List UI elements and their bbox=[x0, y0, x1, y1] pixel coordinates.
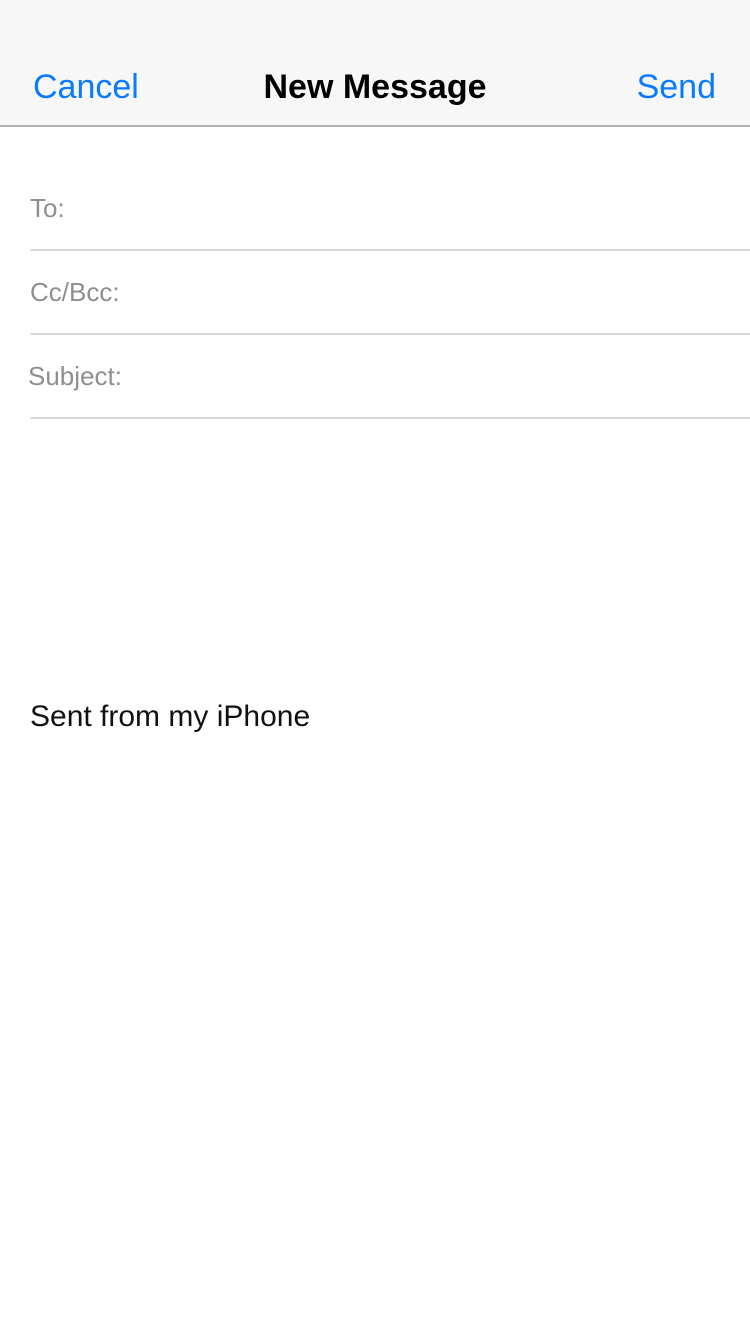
to-field-row[interactable]: To: bbox=[30, 167, 750, 251]
ccbcc-field-row[interactable]: Cc/Bcc: bbox=[30, 251, 750, 335]
navigation-bar: Cancel New Message Send bbox=[0, 0, 750, 127]
send-button[interactable]: Send bbox=[637, 64, 716, 110]
ccbcc-label: Cc/Bcc: bbox=[30, 276, 120, 307]
ccbcc-input[interactable] bbox=[119, 262, 750, 322]
cancel-button[interactable]: Cancel bbox=[33, 64, 139, 110]
subject-input[interactable] bbox=[121, 346, 750, 406]
to-label: To: bbox=[30, 192, 65, 223]
to-input[interactable] bbox=[64, 178, 750, 238]
subject-label: Subject: bbox=[28, 360, 122, 391]
message-body[interactable] bbox=[30, 420, 720, 1300]
compose-screen: Cancel New Message Send To: Cc/Bcc: Subj… bbox=[0, 0, 750, 1332]
subject-field-row[interactable]: Subject: bbox=[28, 335, 750, 419]
email-signature[interactable]: Sent from my iPhone bbox=[30, 700, 310, 734]
